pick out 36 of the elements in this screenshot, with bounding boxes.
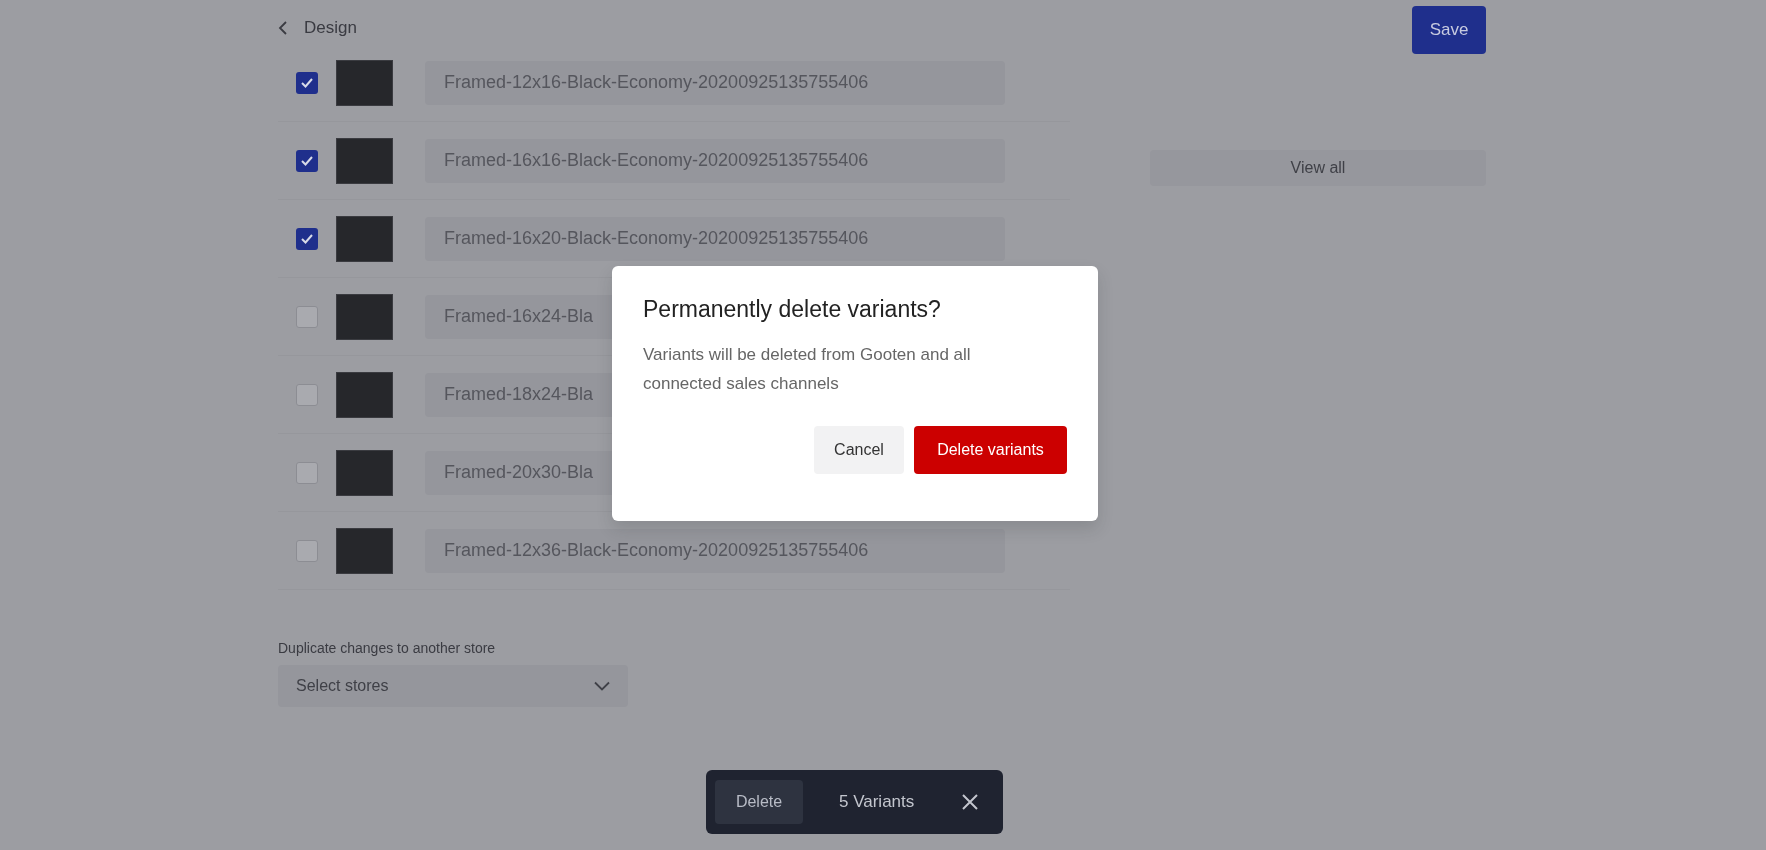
variant-thumbnail bbox=[336, 449, 393, 496]
variant-thumbnail bbox=[336, 215, 393, 262]
close-button[interactable] bbox=[962, 794, 978, 810]
back-link[interactable]: Design bbox=[278, 15, 357, 41]
view-all-button[interactable]: View all bbox=[1150, 150, 1486, 186]
back-icon bbox=[278, 19, 288, 36]
delete-variants-button[interactable]: Delete variants bbox=[914, 425, 1067, 474]
checkbox[interactable] bbox=[296, 383, 318, 406]
variant-thumbnail bbox=[336, 527, 393, 574]
checkbox[interactable] bbox=[296, 461, 318, 484]
variant-thumbnail bbox=[336, 137, 393, 184]
checkmark-icon bbox=[300, 76, 314, 89]
checkmark-icon bbox=[300, 154, 314, 167]
store-select[interactable]: Select stores bbox=[278, 665, 628, 707]
save-button[interactable]: Save bbox=[1412, 6, 1486, 54]
checkbox[interactable] bbox=[296, 305, 318, 328]
variant-name-field[interactable]: Framed-16x20-Black-Economy-20200925135755406 bbox=[425, 216, 1005, 261]
checkbox[interactable] bbox=[296, 227, 318, 250]
variant-name-field[interactable]: Framed-12x36-Black-Economy-20200925135755406 bbox=[425, 528, 1005, 573]
checkmark-icon bbox=[300, 232, 314, 245]
checkbox[interactable] bbox=[296, 71, 318, 94]
selection-count: 5 Variants bbox=[839, 791, 915, 814]
variant-thumbnail bbox=[336, 293, 393, 340]
variant-thumbnail bbox=[336, 59, 393, 106]
checkbox[interactable] bbox=[296, 149, 318, 172]
close-icon bbox=[962, 794, 978, 810]
delete-button[interactable]: Delete bbox=[715, 780, 803, 824]
checkbox[interactable] bbox=[296, 539, 318, 562]
cancel-button[interactable]: Cancel bbox=[814, 425, 904, 474]
dialog-title: Permanently delete variants? bbox=[643, 296, 942, 324]
dialog-message: Variants will be deleted from Gooten and all connected sales channels bbox=[643, 343, 972, 395]
variant-name-field[interactable]: Framed-16x16-Black-Economy-20200925135755406 bbox=[425, 138, 1005, 183]
field-label: Duplicate changes to another store bbox=[278, 639, 497, 658]
variant-thumbnail bbox=[336, 371, 393, 418]
chevron-down-icon bbox=[594, 681, 610, 691]
variant-name-field[interactable]: Framed-12x16-Black-Economy-20200925135755406 bbox=[425, 60, 1005, 105]
